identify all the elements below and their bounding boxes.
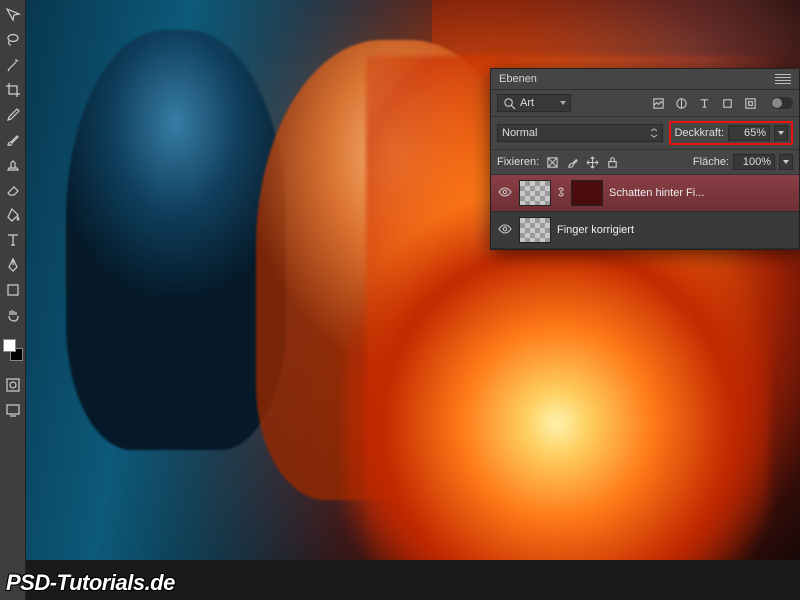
opacity-group-highlight: Deckkraft: 65% [669, 121, 793, 145]
watermark-text: PSD-Tutorials.de [6, 570, 175, 596]
fill-input[interactable]: 100% [733, 154, 775, 170]
layer-filter-kind-label: Art [520, 97, 534, 109]
fill-label: Fläche: [693, 156, 729, 168]
brush-tool[interactable] [2, 129, 24, 151]
pen-tool[interactable] [2, 254, 24, 276]
dropdown-icon [560, 101, 566, 105]
crop-tool[interactable] [2, 79, 24, 101]
eraser-tool[interactable] [2, 179, 24, 201]
blend-mode-select[interactable]: Normal [497, 124, 663, 142]
opacity-dropdown-button[interactable] [774, 125, 788, 141]
filter-type-icon[interactable] [697, 96, 711, 110]
paint-bucket-tool[interactable] [2, 204, 24, 226]
opacity-input[interactable]: 65% [728, 125, 770, 141]
shape-tool[interactable] [2, 279, 24, 301]
lock-label: Fixieren: [497, 156, 539, 168]
quickmask-toggle[interactable] [2, 374, 24, 396]
chevron-down-icon [778, 131, 784, 135]
layers-panel: Ebenen Art Normal Deckkraft: [490, 68, 800, 250]
layer-filter-row: Art [491, 90, 799, 117]
dropdown-icon [650, 128, 658, 138]
layer-mask-thumbnail[interactable] [571, 180, 603, 206]
fill-value: 100% [743, 156, 771, 168]
foreground-color-swatch[interactable] [3, 339, 16, 352]
layer-filter-kind-select[interactable]: Art [497, 94, 571, 112]
lock-position-icon[interactable] [585, 155, 599, 169]
screen-mode-toggle[interactable] [2, 399, 24, 421]
layer-row[interactable]: Finger korrigiert [491, 212, 799, 249]
panel-title[interactable]: Ebenen [499, 73, 537, 85]
lock-fill-row: Fixieren: Fläche: 100% [491, 150, 799, 175]
lock-pixels-icon[interactable] [565, 155, 579, 169]
blend-mode-value: Normal [502, 127, 537, 139]
blend-opacity-row: Normal Deckkraft: 65% [491, 117, 799, 150]
filter-pixel-icon[interactable] [651, 96, 665, 110]
panel-menu-button[interactable] [775, 74, 791, 84]
visibility-toggle[interactable] [497, 187, 513, 200]
mask-link-icon[interactable] [557, 186, 565, 201]
hand-tool[interactable] [2, 304, 24, 326]
tool-strip [0, 0, 26, 600]
visibility-toggle[interactable] [497, 224, 513, 237]
lasso-tool[interactable] [2, 29, 24, 51]
lock-transparency-icon[interactable] [545, 155, 559, 169]
layer-thumbnail[interactable] [519, 217, 551, 243]
panel-tab-bar: Ebenen [491, 69, 799, 90]
layer-list: Schatten hinter Fi... Finger korrigiert [491, 175, 799, 249]
filter-toggle[interactable] [771, 97, 793, 109]
fill-dropdown-button[interactable] [779, 154, 793, 170]
opacity-value: 65% [744, 127, 766, 139]
type-tool[interactable] [2, 229, 24, 251]
artwork-figure-left [66, 30, 286, 450]
filter-adjustment-icon[interactable] [674, 96, 688, 110]
layer-thumbnail[interactable] [519, 180, 551, 206]
chevron-down-icon [783, 160, 789, 164]
eyedropper-tool[interactable] [2, 104, 24, 126]
layer-name[interactable]: Finger korrigiert [557, 224, 793, 236]
filter-smartobject-icon[interactable] [743, 96, 757, 110]
opacity-label: Deckkraft: [674, 127, 724, 139]
search-icon [502, 96, 516, 110]
layer-name[interactable]: Schatten hinter Fi... [609, 187, 793, 199]
lock-all-icon[interactable] [605, 155, 619, 169]
move-tool[interactable] [2, 4, 24, 26]
layer-row[interactable]: Schatten hinter Fi... [491, 175, 799, 212]
color-swatches[interactable] [3, 339, 23, 361]
magic-wand-tool[interactable] [2, 54, 24, 76]
clone-stamp-tool[interactable] [2, 154, 24, 176]
filter-shape-icon[interactable] [720, 96, 734, 110]
